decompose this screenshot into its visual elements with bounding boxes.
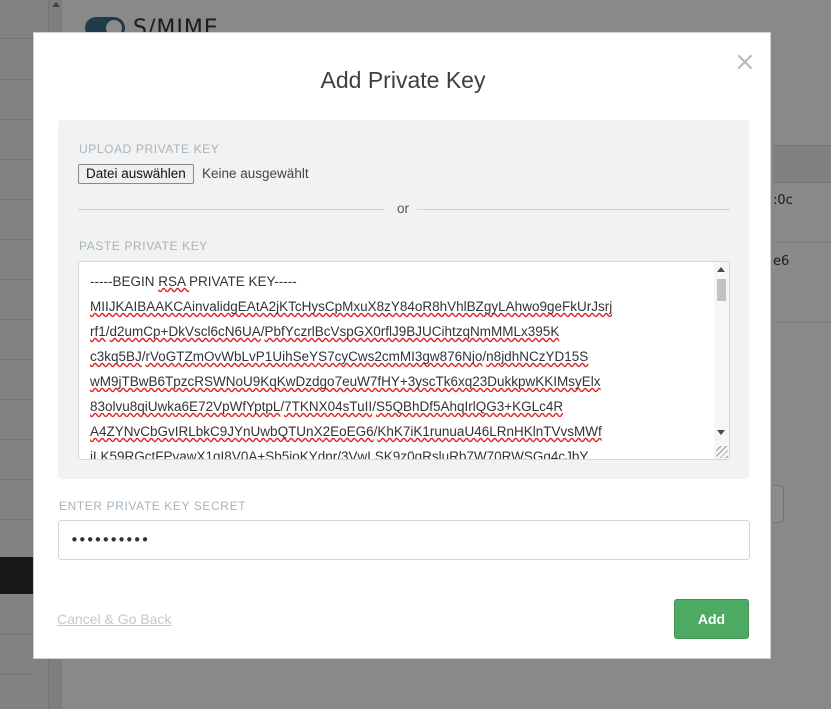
key-line: c3kq5BJ/rVoGTZmOvWbLvP1UihSeYS7cyCws2cmM…	[90, 349, 589, 364]
paste-label: PASTE PRIVATE KEY	[79, 239, 208, 253]
file-status-text: Keine ausgewählt	[202, 166, 309, 181]
scroll-thumb[interactable]	[717, 279, 726, 301]
divider-line	[417, 209, 730, 210]
private-key-text: -----BEGIN RSA PRIVATE KEY----- MIIJKAIBA…	[90, 269, 710, 460]
modal-title: Add Private Key	[320, 67, 486, 93]
private-key-textarea[interactable]: -----BEGIN RSA PRIVATE KEY----- MIIJKAIBA…	[78, 261, 730, 460]
scroll-down-icon[interactable]	[717, 430, 725, 435]
resize-handle-icon[interactable]	[716, 446, 728, 458]
cancel-go-back-link[interactable]: Cancel & Go Back	[57, 611, 171, 627]
key-line: 83olvu8qiUwka6E72VpWfYptpL/7TKNX04sTuII/…	[90, 399, 564, 414]
key-line: -----BEGIN RSA PRIVATE KEY-----	[90, 274, 297, 289]
private-key-secret-input[interactable]: ••••••••••	[58, 520, 750, 560]
secret-label: ENTER PRIVATE KEY SECRET	[59, 499, 247, 513]
upload-label: UPLOAD PRIVATE KEY	[79, 142, 220, 156]
key-line: iLK59RGctFPvawX1qI8V0A+Sb5ioKYdnr/3VwLSK…	[90, 449, 589, 460]
or-divider-text: or	[396, 201, 409, 216]
add-private-key-modal: × Add Private Key UPLOAD PRIVATE KEY Dat…	[33, 32, 771, 659]
divider-line	[78, 209, 384, 210]
key-source-panel: UPLOAD PRIVATE KEY Datei auswählen Keine…	[58, 120, 749, 479]
key-line: rf1/d2umCp+DkVscl6cN6UA/PbfYczrlBcVspGX0…	[90, 324, 560, 339]
add-button[interactable]: Add	[674, 599, 749, 639]
key-line: wM9jTBwB6TpzcRSWNoU9KqKwDzdgo7euW7fHY+3y…	[90, 374, 601, 389]
scroll-up-icon[interactable]	[717, 267, 725, 272]
choose-file-button[interactable]: Datei auswählen	[78, 164, 194, 184]
textarea-scrollbar[interactable]	[714, 262, 729, 459]
key-line: A4ZYNvCbGvIRLbkC9JYnUwbQTUnX2EoEG6/KhK7i…	[90, 424, 602, 439]
key-line: MIIJKAIBAAKCAinvalidgEAtA2jKTcHysCpMxuX8…	[90, 299, 613, 314]
